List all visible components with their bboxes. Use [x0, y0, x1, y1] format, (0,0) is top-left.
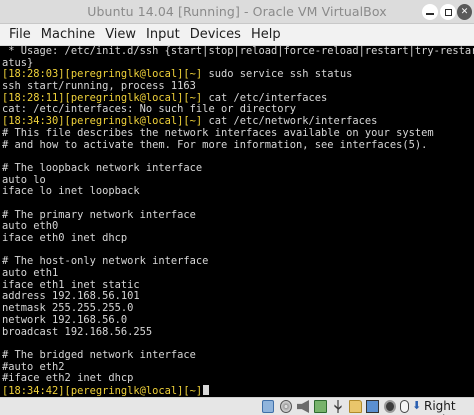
terminal-text: atus} [2, 57, 34, 69]
shared-folder-icon[interactable] [349, 400, 362, 413]
close-icon: ✕ [460, 6, 469, 17]
terminal-line: # The primary network interface [2, 210, 474, 222]
menu-bar: File Machine View Input Devices Help [0, 24, 474, 46]
terminal-text: auto eth1 [2, 268, 59, 280]
terminal-line: iface eth1 inet static [2, 280, 474, 292]
terminal-text: iface eth0 inet dhcp [2, 233, 128, 244]
text-cursor [203, 384, 210, 395]
usb-icon[interactable] [334, 400, 342, 413]
terminal-line: # This file describes the network interf… [2, 128, 474, 140]
terminal-text: # The host-only network interface [2, 256, 209, 268]
terminal-text: ssh start/running, process 1163 [2, 81, 196, 93]
terminal-text: network 192.168.56.0 [2, 314, 128, 326]
window-titlebar[interactable]: Ubuntu 14.04 [Running] - Oracle VM Virtu… [0, 0, 474, 24]
terminal-text: address 192.168.56.101 [2, 291, 140, 303]
terminal-line: auto eth1 [2, 268, 474, 280]
close-button[interactable]: ✕ [457, 4, 472, 20]
network-icon[interactable] [314, 400, 327, 413]
optical-drive-icon[interactable] [280, 400, 292, 413]
terminal-line: iface lo inet loopback [2, 186, 474, 198]
terminal-line: netmask 255.255.255.0 [2, 303, 474, 315]
terminal-line: # The bridged network interface [2, 350, 474, 362]
terminal-text: cat: /etc/interfaces: No such file or di… [2, 104, 297, 116]
menu-file[interactable]: File [4, 24, 36, 46]
maximize-icon [444, 8, 452, 16]
terminal-line: address 192.168.56.101 [2, 291, 474, 303]
menu-devices[interactable]: Devices [185, 24, 246, 46]
terminal-line: [18:28:03][peregringlk@local][~] sudo se… [2, 69, 474, 81]
terminal-line: # The loopback network interface [2, 163, 474, 175]
terminal-line: cat: /etc/interfaces: No such file or di… [2, 104, 474, 116]
terminal-line: network 192.168.56.0 [2, 315, 474, 327]
shell-prompt: [18:34:42][peregringlk@local][~] [2, 384, 203, 397]
host-key-label[interactable]: Right Ctrl [424, 399, 474, 415]
terminal-line: atus} [2, 58, 474, 70]
terminal-line: #auto eth2 [2, 362, 474, 374]
terminal-text: sudo service ssh status [202, 69, 353, 81]
minimize-icon [426, 12, 434, 15]
terminal-line: ssh start/running, process 1163 [2, 81, 474, 93]
terminal-line: [18:28:11][peregringlk@local][~] cat /et… [2, 93, 474, 105]
shell-prompt: [18:34:30][peregringlk@local][~] [2, 116, 203, 128]
vm-terminal-screen[interactable]: * Usage: /etc/init.d/ssh {start|stop|rel… [0, 46, 474, 397]
menu-input[interactable]: Input [141, 24, 185, 46]
terminal-line: auto lo [2, 175, 474, 187]
terminal-text: # and how to activate them. For more inf… [2, 139, 428, 151]
terminal-text: broadcast 192.168.56.255 [2, 326, 153, 338]
terminal-text: # The primary network interface [2, 209, 196, 221]
terminal-line: iface eth0 inet dhcp [2, 233, 474, 245]
window-title: Ubuntu 14.04 [Running] - Oracle VM Virtu… [87, 4, 387, 19]
hard-disk-icon[interactable] [262, 400, 274, 413]
terminal-text: # The loopback network interface [2, 162, 203, 174]
terminal-line: broadcast 192.168.56.255 [2, 327, 474, 339]
terminal-line: [18:34:42][peregringlk@local][~] [2, 384, 474, 397]
status-bar: ⬇ Right Ctrl [0, 397, 474, 415]
terminal-text: #iface eth2 inet dhcp [2, 373, 134, 385]
terminal-text: iface eth1 inet static [2, 279, 140, 291]
terminal-line: # The host-only network interface [2, 256, 474, 268]
terminal-text: # This file describes the network interf… [2, 127, 434, 139]
terminal-line: * Usage: /etc/init.d/ssh {start|stop|rel… [2, 46, 474, 58]
menu-view[interactable]: View [100, 24, 141, 46]
shell-prompt: [18:28:11][peregringlk@local][~] [2, 92, 203, 104]
terminal-text: auto eth0 [2, 221, 59, 233]
terminal-text: iface lo inet loopback [2, 186, 140, 198]
menu-help[interactable]: Help [246, 24, 286, 46]
terminal-text: auto lo [2, 174, 46, 186]
mouse-integration-icon[interactable] [400, 400, 409, 413]
host-key-arrow-icon: ⬇ [412, 399, 422, 412]
terminal-text: # The bridged network interface [2, 349, 196, 361]
terminal-line: #iface eth2 inet dhcp [2, 373, 474, 385]
shell-prompt: [18:28:03][peregringlk@local][~] [2, 69, 203, 81]
terminal-text: * Usage: /etc/init.d/ssh {start|stop|rel… [2, 46, 474, 57]
display-icon[interactable] [366, 400, 379, 413]
maximize-button[interactable] [440, 4, 456, 20]
terminal-text: cat /etc/network/interfaces [202, 116, 378, 128]
audio-icon[interactable] [297, 400, 309, 413]
terminal-line: [18:34:30][peregringlk@local][~] cat /et… [2, 116, 474, 128]
video-capture-icon[interactable] [384, 400, 396, 413]
terminal-text: netmask 255.255.255.0 [2, 303, 134, 315]
terminal-line: # and how to activate them. For more inf… [2, 140, 474, 152]
minimize-button[interactable] [422, 4, 438, 20]
terminal-line: auto eth0 [2, 221, 474, 233]
menu-machine[interactable]: Machine [36, 24, 100, 46]
terminal-text: #auto eth2 [2, 361, 65, 373]
terminal-text: cat /etc/interfaces [202, 92, 328, 104]
